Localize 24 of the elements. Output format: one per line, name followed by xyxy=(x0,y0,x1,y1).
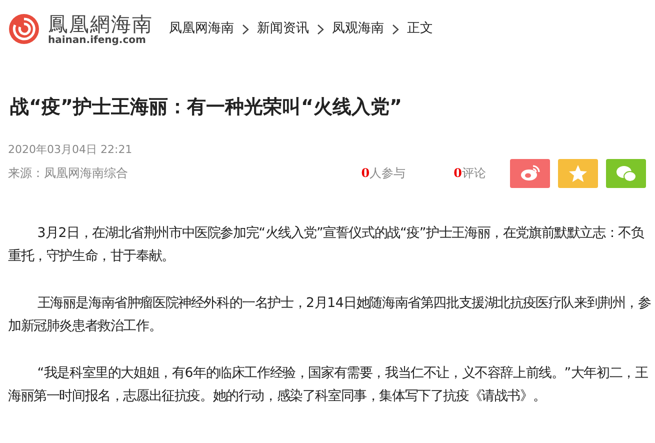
article-title: 战“疫”护士王海丽：有一种光荣叫“火线入党” xyxy=(10,95,403,120)
logo-icon xyxy=(8,13,40,45)
breadcrumb-link[interactable]: 凤凰网海南 xyxy=(169,19,234,39)
wechat-share-button[interactable] xyxy=(606,158,646,188)
count-number: 0 xyxy=(454,166,462,180)
logo-domain: hainan.ifeng.com xyxy=(48,34,147,46)
chevron-icon xyxy=(392,24,399,34)
weibo-share-button[interactable] xyxy=(510,158,550,188)
article-source: 来源：凤凰网海南综合 xyxy=(8,165,129,182)
chevron-icon xyxy=(242,24,249,34)
article-paragraph: 3月2日，在湖北省荆州市中医院参加完“火线入党”宣誓仪式的战“疫”护士王海丽，在党旗前默默立志：不负重托，守护生命，甘于奉献。 xyxy=(8,224,645,266)
star-icon xyxy=(567,162,589,184)
count-label: 评论 xyxy=(462,166,486,180)
count-number: 0 xyxy=(361,166,370,180)
count-label: 人参与 xyxy=(370,166,406,180)
logo-text: 鳳凰網海南 xyxy=(48,12,153,34)
article-paragraph: 王海丽是海南省肿瘤医院神经外科的一名护士，2月14日她随海南省第四批支援湖北抗疫医疗队来到荆州，参加新冠肺炎患者救治工作。 xyxy=(8,294,651,336)
publish-date: 2020年03月04日 22:21 xyxy=(8,142,134,158)
breadcrumb-link[interactable]: 正文 xyxy=(407,19,433,39)
favorite-button[interactable] xyxy=(558,158,598,188)
chevron-icon xyxy=(317,24,324,34)
breadcrumb-link[interactable]: 新闻资讯 xyxy=(257,19,309,39)
breadcrumb-link[interactable]: 凤观海南 xyxy=(332,19,384,39)
article-paragraph: “我是科室里的大姐姐，有6年的临床工作经验，国家有需要，我当仁不让，义不容辞上前线。”大年初二，王海丽第一时间报名，志愿出征抗疫。她的行动，感染了科室同事，集体写下了抗疫《请战书》。 xyxy=(8,364,649,406)
